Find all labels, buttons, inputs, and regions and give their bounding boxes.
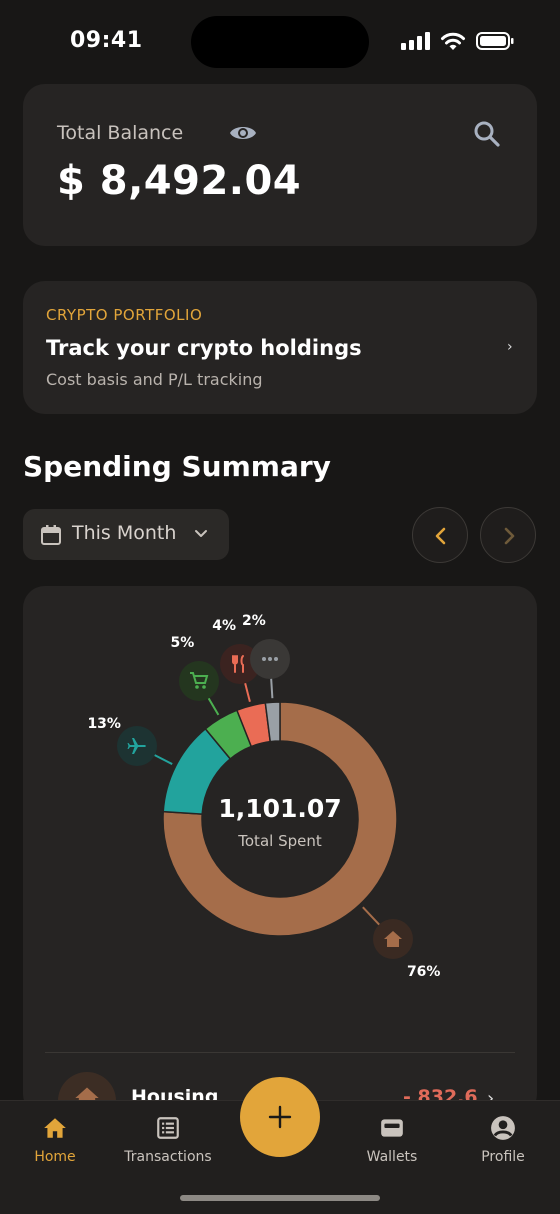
chevron-down-icon: [195, 530, 207, 537]
crypto-portfolio-card[interactable]: CRYPTO PORTFOLIO Track your crypto holdi…: [23, 281, 537, 414]
cellular-signal-icon: [401, 32, 431, 50]
home-indicator: [180, 1195, 380, 1201]
previous-period-button[interactable]: [412, 507, 468, 563]
home-icon: [383, 931, 402, 948]
eye-icon[interactable]: [229, 123, 257, 143]
divider: [45, 1052, 515, 1053]
airplane-icon: [127, 738, 147, 755]
search-icon[interactable]: [473, 120, 501, 148]
leader-line-housing: [362, 906, 380, 926]
dynamic-island: [191, 16, 369, 68]
chevron-left-icon: [435, 527, 446, 545]
cart-icon: [189, 672, 208, 690]
plus-icon: [268, 1105, 292, 1129]
user-circle-icon: [491, 1116, 515, 1140]
crypto-subtitle: Cost basis and P/L tracking: [46, 370, 263, 389]
battery-icon: [476, 32, 514, 50]
spending-summary-title: Spending Summary: [23, 450, 331, 483]
status-time: 09:41: [70, 28, 143, 53]
tab-home[interactable]: Home: [30, 1115, 80, 1165]
wallet-icon: [381, 1119, 403, 1137]
percent-label-shopping: 5%: [170, 635, 195, 652]
percent-label-other: 2%: [241, 613, 266, 630]
wifi-icon: [441, 32, 465, 50]
chevron-right-icon: [504, 527, 515, 545]
housing-category-badge[interactable]: [372, 919, 413, 960]
tab-profile-label: Profile: [481, 1149, 525, 1165]
fork-knife-icon: [232, 655, 245, 674]
total-balance-label: Total Balance: [57, 122, 184, 144]
crypto-title: Track your crypto holdings: [46, 336, 362, 360]
balance-card: Total Balance $ 8,492.04: [23, 84, 537, 246]
percent-label-travel: 13%: [87, 716, 121, 733]
next-period-button[interactable]: [480, 507, 536, 563]
total-spent-value: 1,101.07: [218, 794, 342, 823]
period-label: This Month: [72, 522, 177, 544]
tab-wallets[interactable]: Wallets: [361, 1115, 423, 1165]
other-category-badge[interactable]: [249, 639, 290, 680]
percent-label-dining: 4%: [212, 618, 236, 635]
total-spent-label: Total Spent: [238, 832, 322, 850]
receipt-icon: [157, 1117, 179, 1139]
spending-chart-card: 1,101.07 Total Spent Housing - 832.6 › 7…: [23, 586, 537, 1130]
crypto-kicker: CRYPTO PORTFOLIO: [46, 306, 203, 324]
add-transaction-button[interactable]: [240, 1077, 320, 1157]
chevron-right-icon: ›: [507, 339, 513, 355]
tab-wallets-label: Wallets: [366, 1149, 418, 1165]
shopping-category-badge[interactable]: [178, 661, 219, 702]
tab-profile[interactable]: Profile: [476, 1115, 530, 1165]
calendar-icon: [41, 525, 61, 545]
tab-transactions[interactable]: Transactions: [118, 1115, 218, 1165]
home-icon: [44, 1118, 66, 1138]
more-icon: [261, 657, 278, 662]
status-bar: 09:41: [0, 0, 560, 84]
tab-home-label: Home: [34, 1149, 76, 1165]
percent-label-housing: 76%: [406, 964, 441, 981]
tab-transactions-label: Transactions: [124, 1149, 212, 1165]
period-selector[interactable]: This Month: [23, 509, 229, 560]
total-balance-value: $ 8,492.04: [57, 158, 302, 204]
